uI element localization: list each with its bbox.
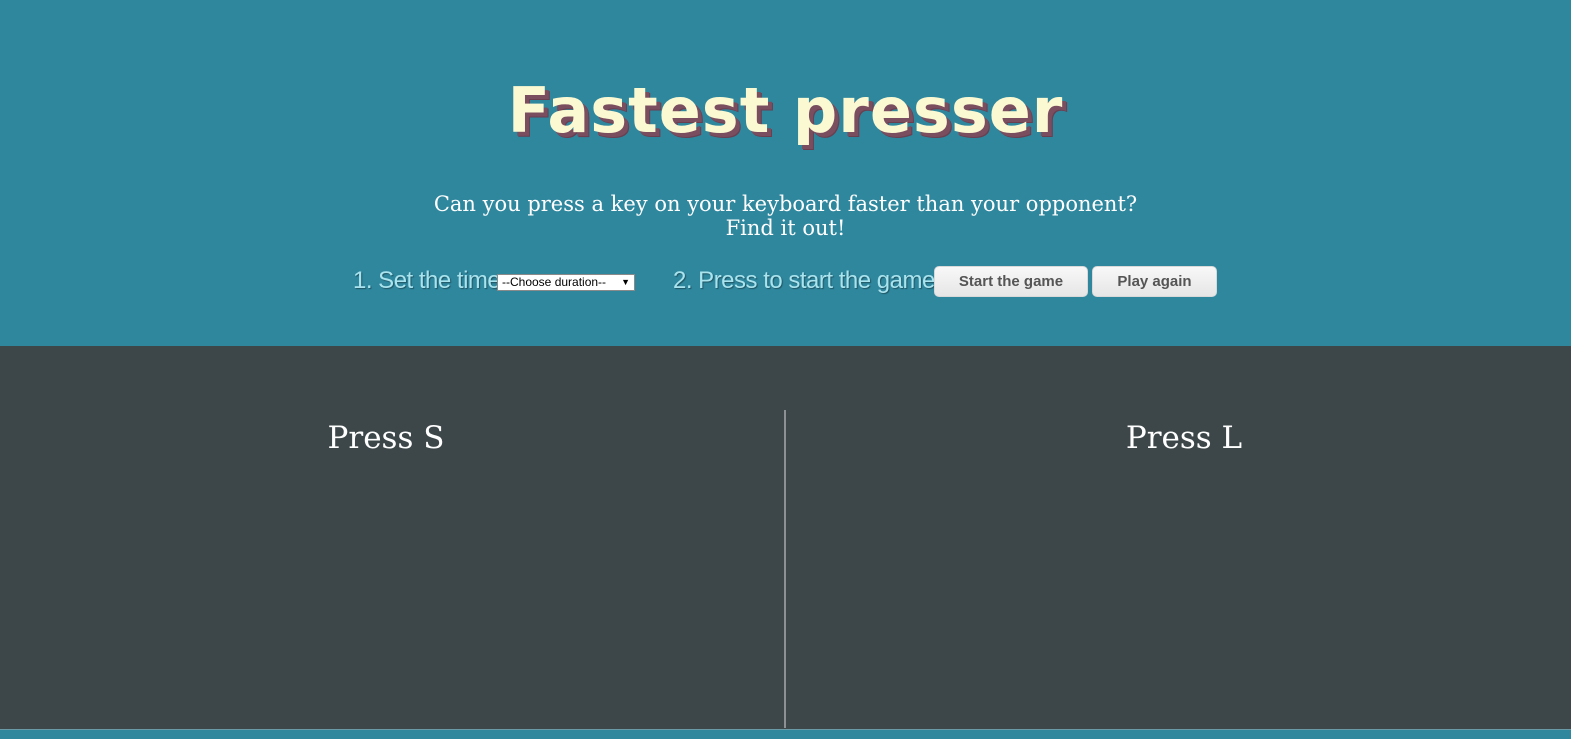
subtitle: Can you press a key on your keyboard fas… [0,192,1571,240]
play-again-button[interactable]: Play again [1092,266,1217,297]
step-2-label: 2. Press to start the game! [673,267,941,294]
header: Fastest presser Can you press a key on y… [0,0,1571,346]
step-1-label: 1. Set the time [353,267,501,294]
page-title: Fastest presser [507,74,1064,147]
arena-divider [784,410,786,728]
start-game-button[interactable]: Start the game [934,266,1088,297]
footer-strip [0,729,1571,739]
subtitle-line-2: Find it out! [725,216,846,240]
subtitle-line-1: Can you press a key on your keyboard fas… [433,192,1138,216]
duration-select[interactable]: --Choose duration-- ▼ [497,274,635,291]
left-player-prompt: Press S [327,420,445,456]
game-controls: 1. Set the time --Choose duration-- ▼ 2.… [0,266,1571,298]
right-player-prompt: Press L [1125,420,1243,456]
caret-down-icon: ▼ [621,277,630,287]
duration-select-value: --Choose duration-- [502,275,607,289]
